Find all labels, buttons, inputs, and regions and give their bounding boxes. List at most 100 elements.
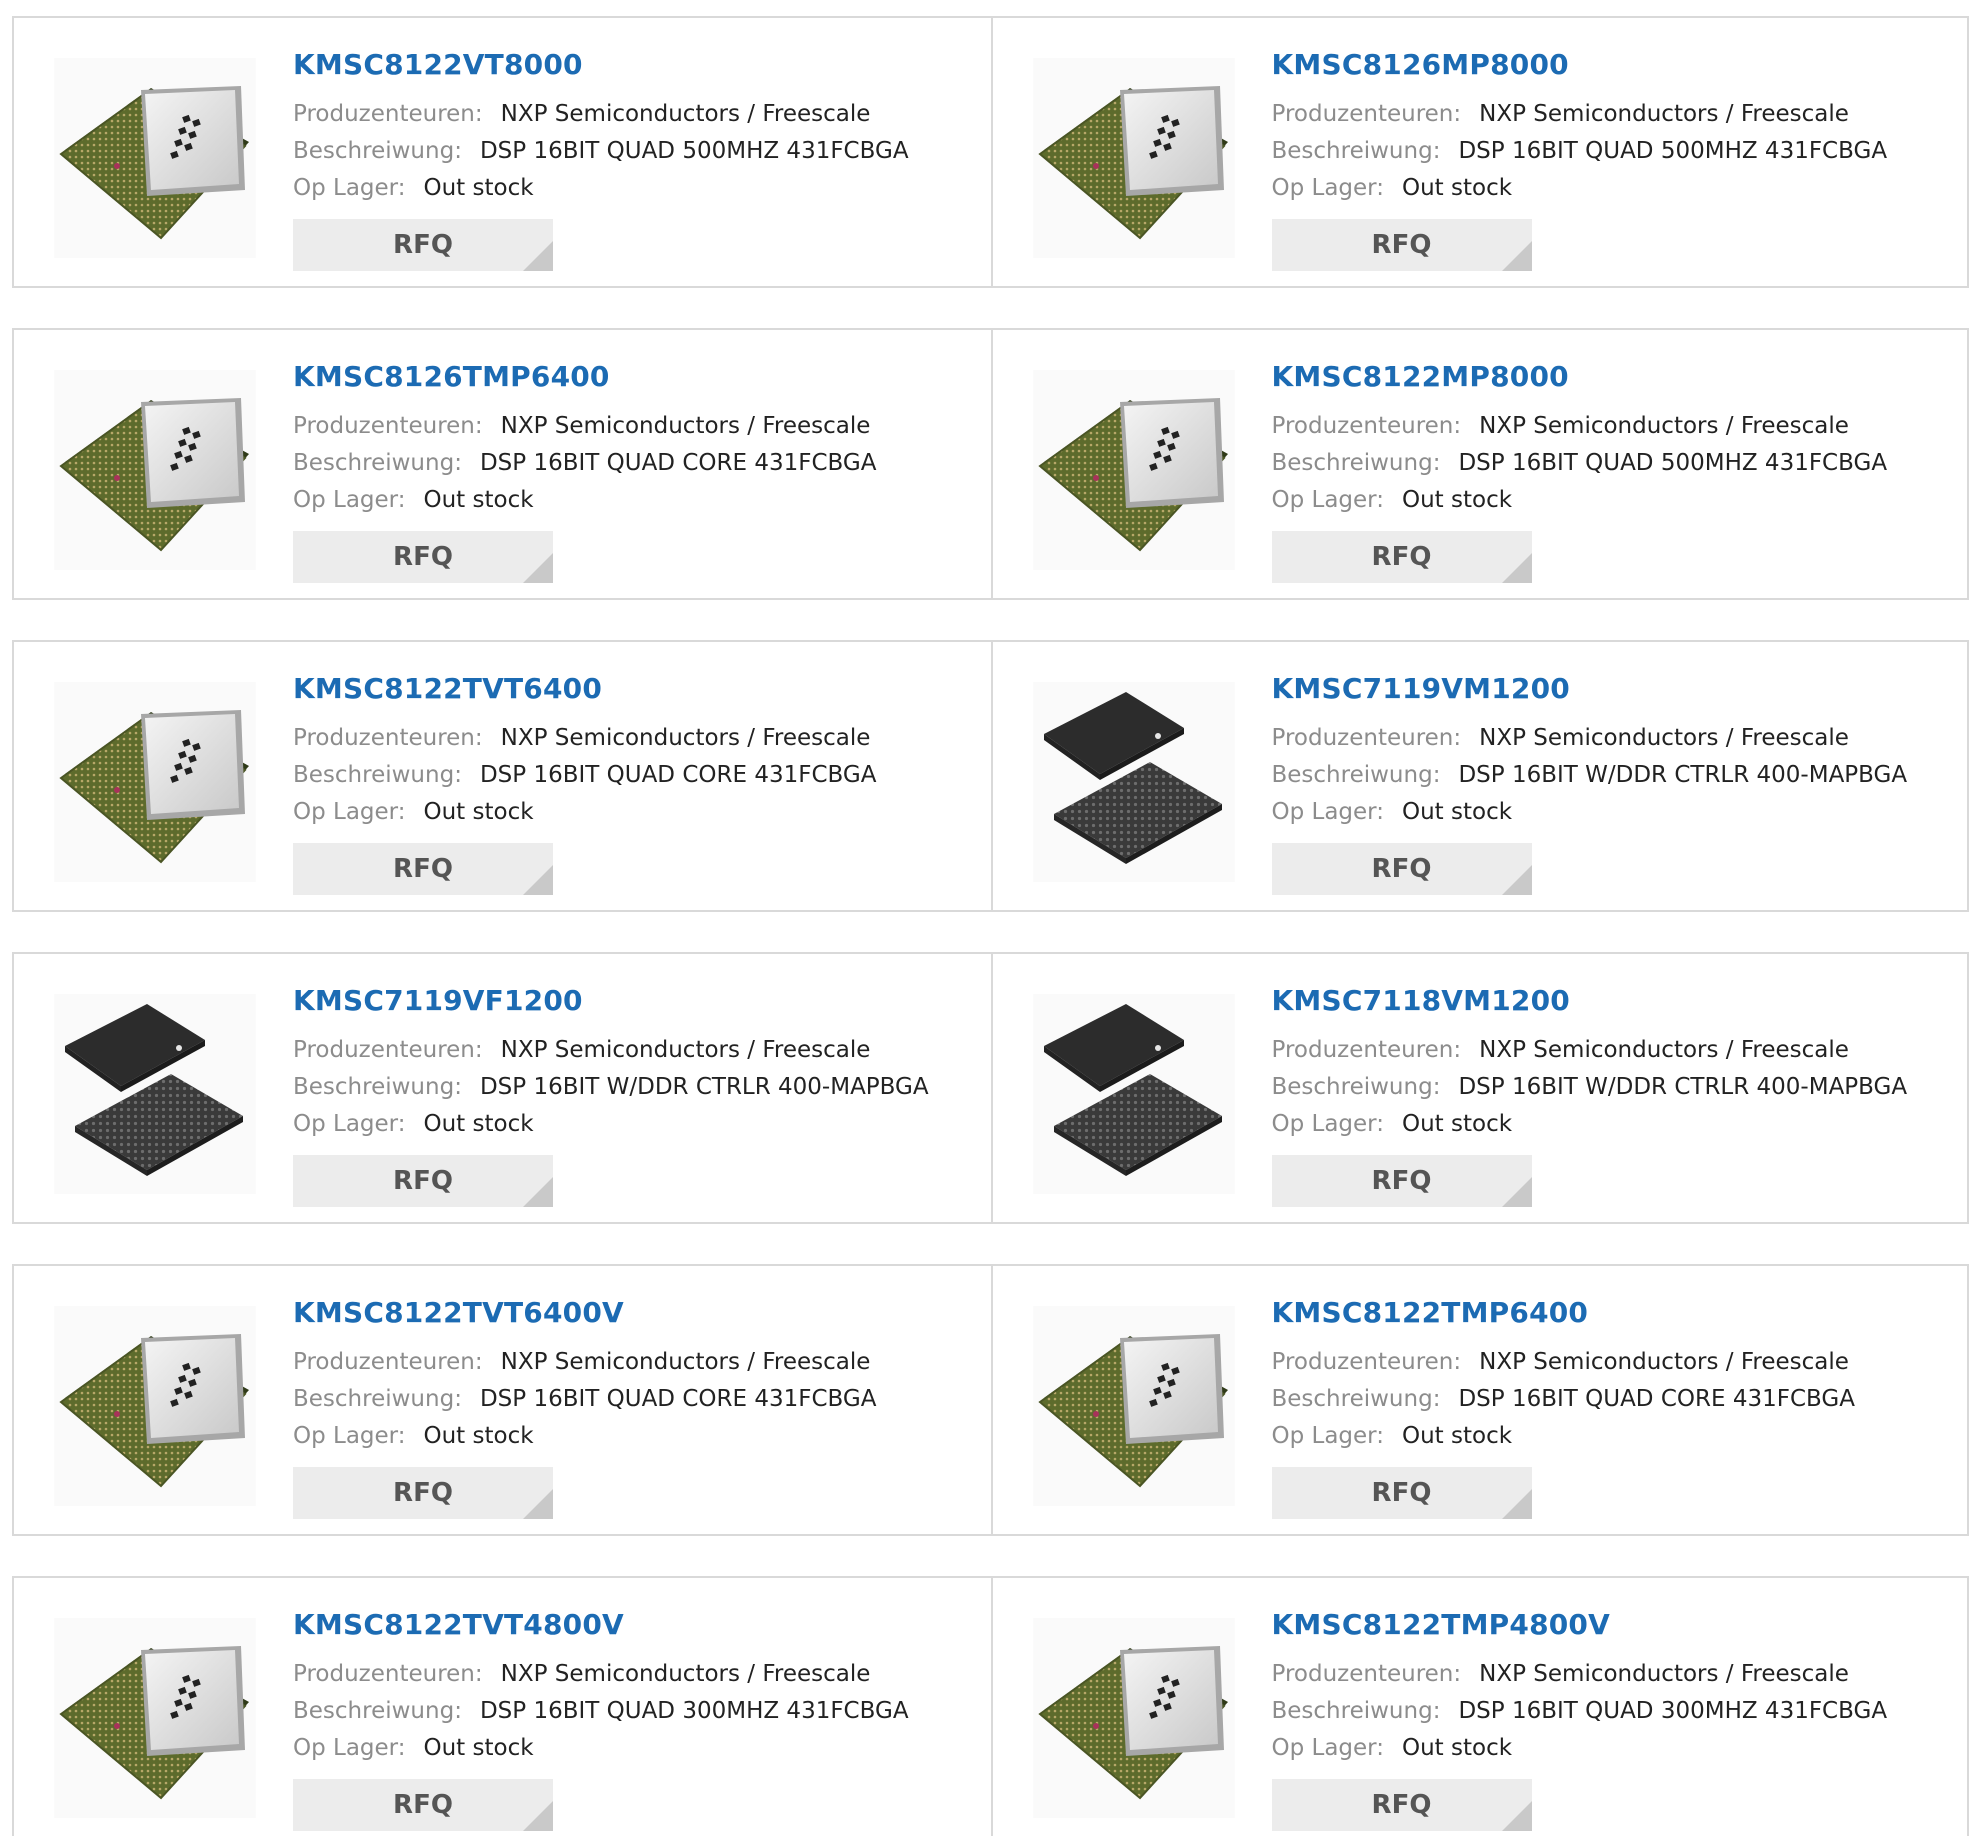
mapbga-chip-image[interactable] [1032, 682, 1235, 882]
manufacturer-row: Produzenteuren: NXP Semiconductors / Free… [293, 1661, 870, 1687]
fcbga-chip-image[interactable] [54, 1618, 256, 1818]
product-part-number-link[interactable]: KMSC8122TVT6400V [293, 1296, 624, 1329]
description-value: DSP 16BIT QUAD 500MHZ 431FCBGA [1458, 450, 1888, 476]
description-value: DSP 16BIT W/DDR CTRLR 400-MAPBGA [1458, 1074, 1908, 1100]
rfq-button[interactable]: RFQ [293, 1467, 553, 1519]
rfq-button[interactable]: RFQ [1271, 531, 1532, 583]
description-label: Beschreiwung: [293, 138, 462, 164]
product-part-number-link[interactable]: KMSC7118VM1200 [1272, 984, 1570, 1017]
product-part-number-link[interactable]: KMSC8122TVT4800V [293, 1608, 624, 1641]
product-part-number-link[interactable]: KMSC7119VM1200 [1272, 672, 1570, 705]
mapbga-chip-image[interactable] [1032, 994, 1235, 1194]
description-label: Beschreiwung: [1271, 762, 1441, 788]
rfq-button[interactable]: RFQ [1271, 843, 1532, 895]
manufacturer-label: Produzenteuren: [1271, 1037, 1462, 1063]
stock-label: Op Lager: [1271, 799, 1384, 825]
stock-value: Out stock [1401, 1423, 1513, 1449]
fcbga-chip-image[interactable] [1032, 370, 1235, 570]
description-row: Beschreiwung: DSP 16BIT QUAD 300MHZ 431FC… [1272, 1698, 1888, 1724]
product-card: KMSC8122TVT6400V Produzenteuren: NXP Semi… [14, 1266, 991, 1534]
manufacturer-label: Produzenteuren: [293, 1037, 483, 1063]
stock-value: Out stock [423, 799, 534, 825]
rfq-button[interactable]: RFQ [1271, 1467, 1532, 1519]
manufacturer-label: Produzenteuren: [1271, 101, 1462, 127]
manufacturer-label: Produzenteuren: [1271, 413, 1462, 439]
manufacturer-row: Produzenteuren: NXP Semiconductors / Free… [1272, 1661, 1849, 1687]
stock-row: Op Lager: Out stock [1272, 487, 1513, 513]
product-row: KMSC8122TVT6400 Produzenteuren: NXP Semic… [12, 640, 1969, 912]
product-card: KMSC7118VM1200 Produzenteuren: NXP Semico… [990, 954, 1968, 1222]
stock-row: Op Lager: Out stock [1272, 1423, 1513, 1449]
stock-row: Op Lager: Out stock [293, 487, 534, 513]
description-row: Beschreiwung: DSP 16BIT QUAD 500MHZ 431FC… [1272, 138, 1888, 164]
product-row: KMSC7119VF1200 Produzenteuren: NXP Semico… [12, 952, 1969, 1224]
stock-label: Op Lager: [1271, 175, 1384, 201]
manufacturer-row: Produzenteuren: NXP Semiconductors / Free… [293, 1349, 870, 1375]
stock-row: Op Lager: Out stock [1272, 175, 1513, 201]
product-card: KMSC8122MP8000 Produzenteuren: NXP Semico… [990, 330, 1968, 598]
stock-row: Op Lager: Out stock [1272, 1735, 1513, 1761]
stock-row: Op Lager: Out stock [293, 175, 534, 201]
rfq-button[interactable]: RFQ [1271, 1155, 1532, 1207]
fcbga-chip-image[interactable] [54, 1306, 256, 1506]
product-part-number-link[interactable]: KMSC7119VF1200 [293, 984, 583, 1017]
stock-label: Op Lager: [1271, 1111, 1384, 1137]
fcbga-chip-image[interactable] [54, 370, 256, 570]
stock-value: Out stock [1401, 1111, 1513, 1137]
manufacturer-value: NXP Semiconductors / Freescale [500, 413, 871, 439]
manufacturer-row: Produzenteuren: NXP Semiconductors / Free… [293, 1037, 870, 1063]
stock-value: Out stock [1401, 799, 1513, 825]
fcbga-chip-image[interactable] [1032, 1618, 1235, 1818]
manufacturer-row: Produzenteuren: NXP Semiconductors / Free… [1272, 1349, 1849, 1375]
product-part-number-link[interactable]: KMSC8126MP8000 [1272, 48, 1569, 81]
manufacturer-value: NXP Semiconductors / Freescale [500, 101, 871, 127]
description-value: DSP 16BIT QUAD CORE 431FCBGA [479, 1386, 877, 1412]
product-part-number-link[interactable]: KMSC8122TMP6400 [1272, 1296, 1589, 1329]
fcbga-chip-image[interactable] [54, 58, 256, 258]
manufacturer-value: NXP Semiconductors / Freescale [1479, 725, 1849, 751]
stock-label: Op Lager: [293, 487, 406, 513]
stock-row: Op Lager: Out stock [293, 1735, 534, 1761]
rfq-button[interactable]: RFQ [293, 531, 553, 583]
rfq-button[interactable]: RFQ [293, 219, 553, 271]
product-part-number-link[interactable]: KMSC8122VT8000 [293, 48, 583, 81]
mapbga-chip-image[interactable] [54, 994, 256, 1194]
description-value: DSP 16BIT QUAD 300MHZ 431FCBGA [1458, 1698, 1888, 1724]
stock-label: Op Lager: [1271, 487, 1384, 513]
product-part-number-link[interactable]: KMSC8122MP8000 [1272, 360, 1569, 393]
description-label: Beschreiwung: [293, 450, 462, 476]
description-value: DSP 16BIT QUAD 500MHZ 431FCBGA [479, 138, 909, 164]
stock-label: Op Lager: [1271, 1735, 1384, 1761]
fcbga-chip-image[interactable] [54, 682, 256, 882]
description-row: Beschreiwung: DSP 16BIT W/DDR CTRLR 400-M… [1272, 762, 1908, 788]
manufacturer-value: NXP Semiconductors / Freescale [1479, 1037, 1849, 1063]
manufacturer-label: Produzenteuren: [293, 413, 483, 439]
product-card: KMSC8122TMP4800V Produzenteuren: NXP Semi… [990, 1578, 1968, 1836]
rfq-button[interactable]: RFQ [1271, 219, 1532, 271]
fcbga-chip-image[interactable] [1032, 58, 1235, 258]
product-card: KMSC7119VF1200 Produzenteuren: NXP Semico… [14, 954, 991, 1222]
product-part-number-link[interactable]: KMSC8126TMP6400 [293, 360, 610, 393]
manufacturer-value: NXP Semiconductors / Freescale [500, 1037, 871, 1063]
rfq-button[interactable]: RFQ [293, 843, 553, 895]
product-card: KMSC8122TVT4800V Produzenteuren: NXP Semi… [14, 1578, 991, 1836]
product-part-number-link[interactable]: KMSC8122TVT6400 [293, 672, 602, 705]
manufacturer-value: NXP Semiconductors / Freescale [1479, 1349, 1849, 1375]
manufacturer-row: Produzenteuren: NXP Semiconductors / Free… [1272, 725, 1849, 751]
description-label: Beschreiwung: [1271, 1698, 1441, 1724]
stock-label: Op Lager: [293, 1111, 406, 1137]
stock-label: Op Lager: [293, 1423, 406, 1449]
product-part-number-link[interactable]: KMSC8122TMP4800V [1272, 1608, 1611, 1641]
manufacturer-label: Produzenteuren: [1271, 1349, 1462, 1375]
rfq-button[interactable]: RFQ [1271, 1779, 1532, 1831]
manufacturer-row: Produzenteuren: NXP Semiconductors / Free… [293, 725, 870, 751]
fcbga-chip-image[interactable] [1032, 1306, 1235, 1506]
description-row: Beschreiwung: DSP 16BIT QUAD 500MHZ 431FC… [1272, 450, 1888, 476]
description-value: DSP 16BIT QUAD CORE 431FCBGA [1458, 1386, 1855, 1412]
rfq-button[interactable]: RFQ [293, 1155, 553, 1207]
description-label: Beschreiwung: [1271, 138, 1441, 164]
rfq-button[interactable]: RFQ [293, 1779, 553, 1831]
description-row: Beschreiwung: DSP 16BIT W/DDR CTRLR 400-M… [1272, 1074, 1908, 1100]
stock-row: Op Lager: Out stock [1272, 1111, 1513, 1137]
stock-value: Out stock [1401, 1735, 1513, 1761]
